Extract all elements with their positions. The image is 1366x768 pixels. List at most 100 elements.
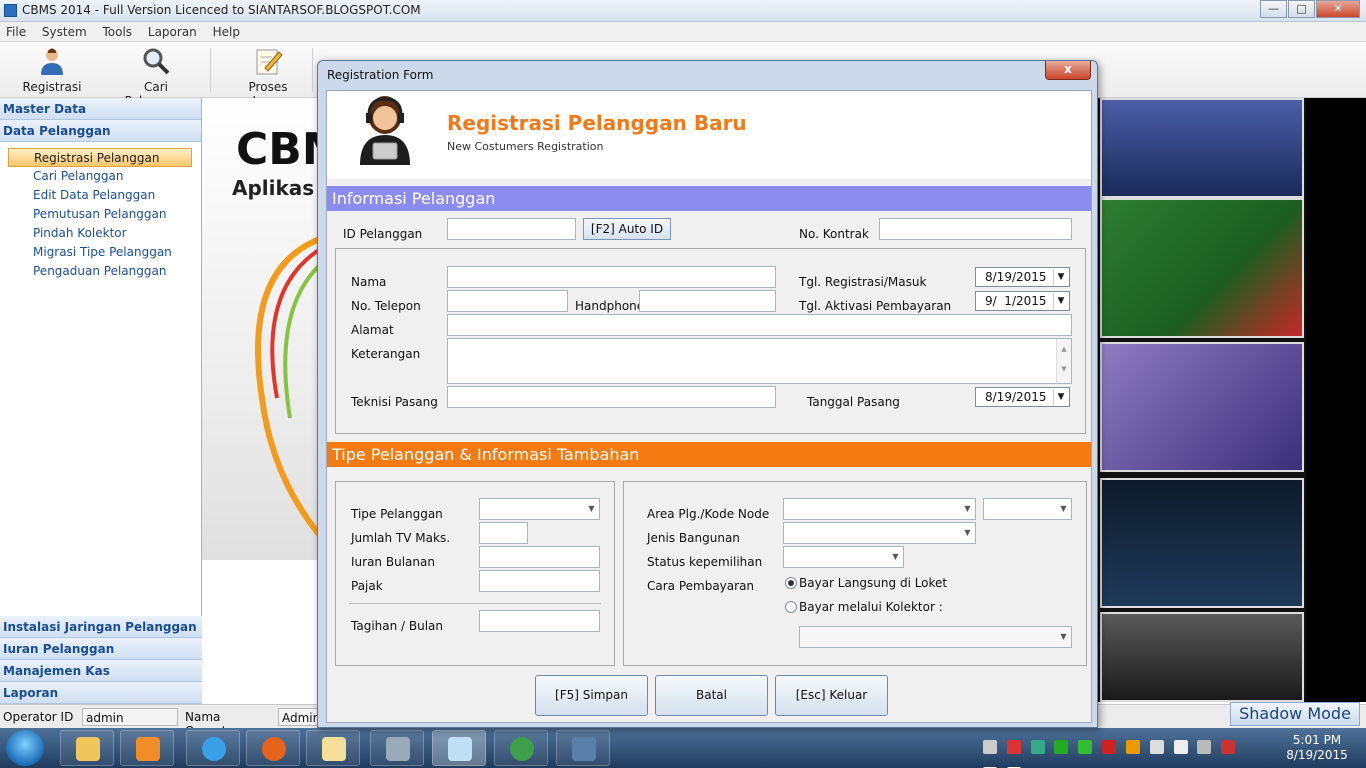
kolektor-select[interactable]: ▼	[799, 626, 1072, 648]
dialog-close-button[interactable]: x	[1045, 61, 1091, 80]
window-controls: — □ ✕	[1259, 0, 1360, 18]
sidebar-item-pengaduan-pelanggan[interactable]: Pengaduan Pelanggan	[8, 262, 192, 281]
tagihan-input[interactable]	[479, 610, 600, 632]
bayar-kolektor-label[interactable]: Bayar melalui Kolektor :	[799, 600, 943, 614]
taskbar-globe[interactable]	[494, 730, 548, 766]
sidebar-item-edit-data-pelanggan[interactable]: Edit Data Pelanggan	[8, 186, 192, 205]
sidebar-item-migrasi-tipe-pelanggan[interactable]: Migrasi Tipe Pelanggan	[8, 243, 192, 262]
chevron-down-icon: ▼	[1060, 632, 1067, 641]
app-icon	[4, 4, 17, 17]
chevron-down-icon[interactable]: ▼	[1053, 389, 1068, 405]
network-icon[interactable]	[1197, 740, 1212, 754]
start-button[interactable]	[6, 730, 44, 766]
menu-system[interactable]: System	[36, 22, 93, 39]
tray-icon[interactable]	[1006, 740, 1021, 754]
taskbar: 5:01 PM 8/19/2015	[0, 728, 1366, 768]
scrollbar[interactable]: ▲ ▼	[1056, 339, 1071, 383]
taskbar-firefox[interactable]	[246, 730, 300, 766]
media-tile	[1100, 342, 1304, 472]
taskbar-tv[interactable]	[556, 730, 610, 766]
sidebar-data-pelanggan[interactable]: Data Pelanggan	[0, 120, 201, 142]
tanggal-pasang-picker[interactable]: 8/19/2015 ▼	[975, 387, 1070, 407]
menu-file[interactable]: File	[0, 22, 32, 39]
nama-input[interactable]	[447, 266, 776, 288]
tray-icon[interactable]	[1125, 740, 1140, 754]
sidebar-instalasi-jaringan[interactable]: Instalasi Jaringan Pelanggan	[0, 616, 202, 638]
tray-icon[interactable]	[1078, 740, 1093, 754]
tgl-registrasi-picker[interactable]: 8/19/2015 ▼	[975, 267, 1070, 287]
minimize-button[interactable]: —	[1260, 0, 1287, 18]
tray-check-icon[interactable]	[1054, 740, 1069, 754]
bayar-loket-radio[interactable]	[785, 577, 797, 589]
browser-icon	[202, 737, 226, 761]
id-pelanggan-input[interactable]	[447, 218, 576, 240]
registrasi-button[interactable]: Registrasi	[22, 46, 82, 94]
keluar-button[interactable]: [Esc] Keluar	[775, 675, 888, 716]
tray-shield-icon[interactable]	[1102, 740, 1117, 754]
taskbar-cbms[interactable]	[432, 730, 486, 766]
sidebar-bottom-groups: Instalasi Jaringan Pelanggan Iuran Pelan…	[0, 616, 202, 704]
sidebar-item-pindah-kolektor[interactable]: Pindah Kolektor	[8, 224, 192, 243]
simpan-button[interactable]: [F5] Simpan	[535, 675, 648, 716]
taskbar-ie[interactable]	[186, 730, 240, 766]
jumlah-tv-input[interactable]	[479, 522, 528, 544]
media-tile	[1100, 612, 1304, 702]
tanggal-pasang-value: 8/19/2015	[985, 390, 1047, 404]
tray-icon[interactable]	[1221, 740, 1236, 754]
auto-id-button[interactable]: [F2] Auto ID	[583, 218, 671, 240]
sidebar-iuran-pelanggan[interactable]: Iuran Pelanggan	[0, 638, 202, 660]
clock-time: 5:01 PM	[1292, 733, 1342, 747]
chevron-down-icon[interactable]: ▼	[1053, 293, 1068, 309]
close-app-button[interactable]: ✕	[1316, 0, 1360, 18]
alamat-input[interactable]	[447, 314, 1072, 336]
menu-help[interactable]: Help	[207, 22, 246, 39]
no-telepon-input[interactable]	[447, 290, 568, 312]
dialog-heading: Registrasi Pelanggan Baru	[447, 111, 747, 135]
sidebar-manajemen-kas[interactable]: Manajemen Kas	[0, 660, 202, 682]
keterangan-textarea[interactable]: ▲ ▼	[447, 338, 1072, 384]
taskbar-media-player[interactable]	[120, 730, 174, 766]
taskbar-app[interactable]	[370, 730, 424, 766]
status-kepemilihan-select[interactable]: ▼	[783, 546, 904, 568]
cbms-app-icon	[448, 737, 472, 761]
cara-pembayaran-label: Cara Pembayaran	[647, 579, 755, 593]
batal-button[interactable]: Batal	[655, 675, 768, 716]
sidebar-item-pemutusan-pelanggan[interactable]: Pemutusan Pelanggan	[8, 205, 192, 224]
chevron-down-icon[interactable]: ▼	[1053, 269, 1068, 285]
handphone-input[interactable]	[639, 290, 776, 312]
sidebar-item-registrasi-pelanggan[interactable]: Registrasi Pelanggan	[8, 148, 192, 167]
bayar-loket-label[interactable]: Bayar Langsung di Loket	[799, 576, 947, 590]
tray-icon[interactable]	[1030, 740, 1045, 754]
iuran-bulanan-input[interactable]	[479, 546, 600, 568]
tipe-pelanggan-select[interactable]: ▼	[479, 498, 600, 520]
bayar-kolektor-radio[interactable]	[785, 601, 797, 613]
maximize-button[interactable]: □	[1288, 0, 1315, 18]
pajak-label: Pajak	[351, 579, 383, 593]
folder-icon	[76, 737, 100, 761]
taskbar-notes[interactable]	[306, 730, 360, 766]
menu-laporan[interactable]: Laporan	[142, 22, 203, 39]
clock[interactable]: 5:01 PM 8/19/2015	[1284, 733, 1350, 763]
tray-icon[interactable]	[1173, 740, 1188, 754]
no-kontrak-input[interactable]	[879, 218, 1072, 240]
section-informasi-pelanggan: Informasi Pelanggan	[327, 186, 1091, 211]
taskbar-explorer[interactable]	[60, 730, 114, 766]
bluetooth-icon[interactable]	[1149, 740, 1164, 754]
kode-node-select[interactable]: ▼	[983, 498, 1072, 520]
tray-arrow-icon[interactable]	[983, 740, 997, 754]
shadow-mode-button[interactable]: Shadow Mode	[1230, 702, 1360, 726]
area-select[interactable]: ▼	[783, 498, 976, 520]
clock-date: 8/19/2015	[1286, 748, 1348, 762]
teknisi-pasang-input[interactable]	[447, 386, 776, 408]
sidebar-master-data[interactable]: Master Data	[0, 98, 201, 120]
operator-name-value: Admin	[278, 708, 320, 726]
jenis-bangunan-select[interactable]: ▼	[783, 522, 976, 544]
user-icon	[37, 46, 67, 76]
sidebar-laporan[interactable]: Laporan	[0, 682, 202, 704]
registrasi-label: Registrasi	[22, 80, 82, 94]
pajak-input[interactable]	[479, 570, 600, 592]
tgl-aktivasi-picker[interactable]: 9/ 1/2015 ▼	[975, 291, 1070, 311]
media-tile	[1100, 98, 1304, 198]
menu-tools[interactable]: Tools	[97, 22, 139, 39]
sidebar-item-cari-pelanggan[interactable]: Cari Pelanggan	[8, 167, 192, 186]
